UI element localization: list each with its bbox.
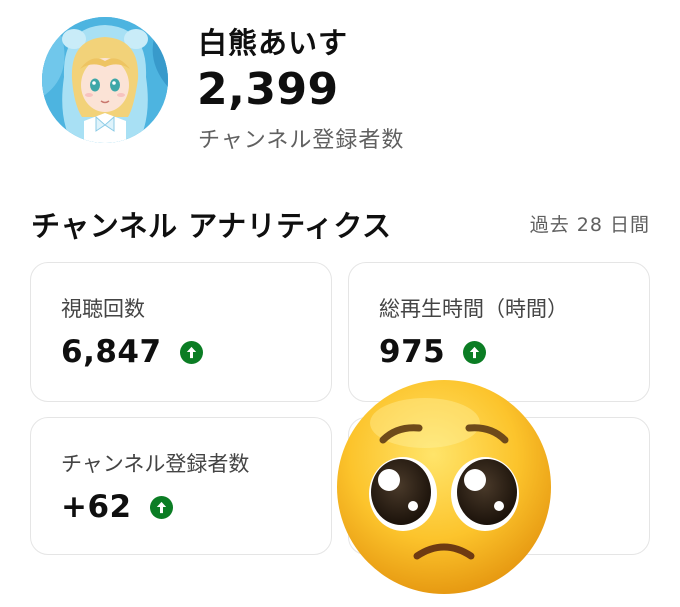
stat-label: 総再生時間（時間） [379,297,568,321]
stat-value-row: 975 [379,334,487,370]
stat-value: 6,847 [61,334,162,370]
stat-card-subscribers[interactable]: チャンネル登録者数 +62 [30,417,332,555]
subscriber-count: 2,399 [197,64,339,115]
analytics-title: チャンネル アナリティクス [31,209,392,243]
stat-value-row: 6,847 [61,334,203,370]
stat-value: 975 [379,334,446,370]
arrow-up-icon [463,340,487,364]
stat-value-row: +62 [61,489,173,525]
channel-name: 白熊あいす [198,26,349,60]
channel-avatar[interactable] [42,17,168,143]
stat-label: 視聴回数 [61,297,145,321]
arrow-up-icon [149,495,173,519]
avatar-illustration [42,17,168,143]
stat-label: チャンネル登録者数 [61,452,250,476]
stat-card-views[interactable]: 視聴回数 6,847 [30,262,332,402]
arrow-up-icon [179,340,203,364]
analytics-period[interactable]: 過去 28 日間 [530,210,650,237]
pleading-face-emoji [335,378,553,596]
subscriber-label: チャンネル登録者数 [198,128,405,153]
stat-value: +62 [61,489,132,525]
